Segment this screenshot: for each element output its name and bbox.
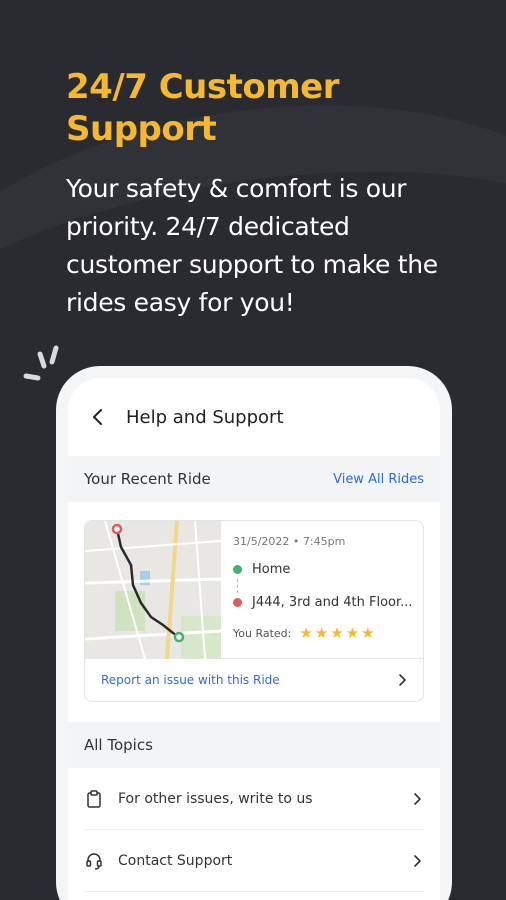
topic-content: For other issues, write to us xyxy=(84,789,313,809)
chevron-right-icon xyxy=(414,854,421,867)
ride-date: 31/5/2022 xyxy=(233,535,290,548)
separator-dot: • xyxy=(292,535,303,548)
view-all-rides-link[interactable]: View All Rides xyxy=(333,472,424,487)
recent-ride-header: Your Recent Ride View All Rides xyxy=(68,456,440,502)
chevron-right-icon xyxy=(414,792,421,805)
dropoff-location: J444, 3rd and 4th Floor... xyxy=(233,595,413,610)
topic-label: Contact Support xyxy=(118,852,233,869)
topic-contact-support[interactable]: Contact Support xyxy=(84,830,424,892)
topic-label: For other issues, write to us xyxy=(118,790,313,807)
phone-frame: Help and Support Your Recent Ride View A… xyxy=(56,366,452,900)
back-arrow-icon[interactable] xyxy=(88,407,108,427)
topic-content: Contact Support xyxy=(84,851,232,871)
page-title: Help and Support xyxy=(126,406,284,428)
pickup-label: Home xyxy=(252,562,291,577)
recent-ride-title: Your Recent Ride xyxy=(84,470,211,488)
rated-label: You Rated: xyxy=(233,626,292,640)
dropoff-dot-icon xyxy=(233,598,242,607)
all-topics-header: All Topics xyxy=(68,722,440,768)
dropoff-label: J444, 3rd and 4th Floor... xyxy=(252,595,413,610)
ride-details: 31/5/2022 • 7:45pm Home J444, 3rd and 4t… xyxy=(221,521,423,658)
promo-headline: 24/7 Customer Support xyxy=(66,67,340,149)
report-issue-row[interactable]: Report an issue with this Ride xyxy=(85,659,423,701)
all-topics-title: All Topics xyxy=(84,736,153,754)
ride-summary: 31/5/2022 • 7:45pm Home J444, 3rd and 4t… xyxy=(85,521,423,659)
promo-subhead: Your safety & comfort is our priority. 2… xyxy=(66,174,438,317)
pickup-dot-icon xyxy=(233,565,242,574)
recent-ride-card[interactable]: 31/5/2022 • 7:45pm Home J444, 3rd and 4t… xyxy=(84,520,424,702)
route-connector xyxy=(237,579,238,593)
route-map-image xyxy=(85,521,221,659)
report-issue-link[interactable]: Report an issue with this Ride xyxy=(101,673,280,687)
clipboard-icon xyxy=(87,789,101,808)
star-rating-icon: ★★★★★ xyxy=(299,624,377,642)
phone-screen: Help and Support Your Recent Ride View A… xyxy=(68,378,440,900)
headset-icon xyxy=(86,852,102,870)
topic-write-to-us[interactable]: For other issues, write to us xyxy=(84,768,424,830)
app-header: Help and Support xyxy=(68,378,440,456)
ride-time: 7:45pm xyxy=(302,535,346,548)
pickup-location: Home xyxy=(233,562,413,577)
chevron-right-icon xyxy=(399,674,406,686)
ride-rating: You Rated: ★★★★★ xyxy=(233,624,413,642)
ride-datetime: 31/5/2022 • 7:45pm xyxy=(233,535,413,548)
